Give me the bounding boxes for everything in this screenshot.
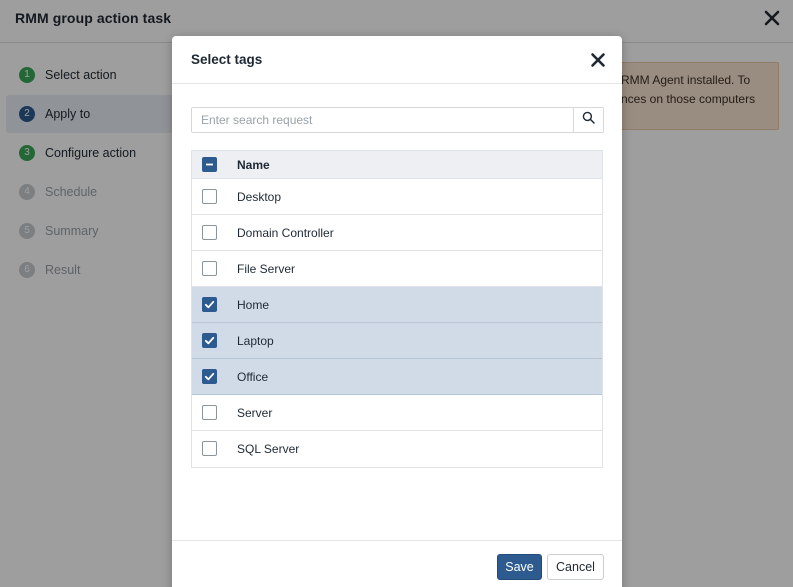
divider [172,540,622,541]
row-checkbox[interactable] [202,189,217,204]
tag-name: Domain Controller [237,226,334,240]
row-checkbox[interactable] [202,225,217,240]
cancel-button[interactable]: Cancel [547,554,604,580]
table-header: Name [192,151,602,179]
table-body: Desktop Domain Controller File Server Home L… [192,179,602,467]
divider [172,83,622,84]
tag-name: Desktop [237,190,282,204]
tag-name: File Server [237,262,296,276]
table-row[interactable]: Domain Controller [192,215,602,251]
row-checkbox[interactable] [202,405,217,420]
table-row[interactable]: File Server [192,251,602,287]
minus-icon [206,163,213,166]
tag-name: SQL Server [237,442,300,456]
tag-name: Office [237,370,269,384]
close-icon[interactable] [590,52,606,68]
tags-table: Name Desktop Domain Controller File Server… [191,150,603,468]
table-row[interactable]: Home [192,287,602,323]
table-row[interactable]: SQL Server [192,431,602,467]
table-row[interactable]: Server [192,395,602,431]
select-tags-dialog: Select tags Name Desktop Domain Controlle… [172,36,622,587]
row-checkbox[interactable] [202,369,217,384]
checkmark-icon [204,336,215,345]
column-header-name[interactable]: Name [237,158,270,172]
search-button[interactable] [573,108,603,132]
search-input[interactable] [192,108,573,132]
save-button[interactable]: Save [497,554,542,580]
row-checkbox[interactable] [202,441,217,456]
table-row[interactable]: Desktop [192,179,602,215]
search-box [191,107,604,133]
tag-name: Home [237,298,270,312]
checkmark-icon [204,372,215,381]
table-row[interactable]: Laptop [192,323,602,359]
dialog-title: Select tags [191,52,263,67]
table-row[interactable]: Office [192,359,602,395]
row-checkbox[interactable] [202,297,217,312]
row-checkbox[interactable] [202,261,217,276]
row-checkbox[interactable] [202,333,217,348]
tag-name: Server [237,406,273,420]
tag-name: Laptop [237,334,274,348]
select-all-checkbox[interactable] [202,157,217,172]
checkmark-icon [204,300,215,309]
search-icon [582,111,595,129]
